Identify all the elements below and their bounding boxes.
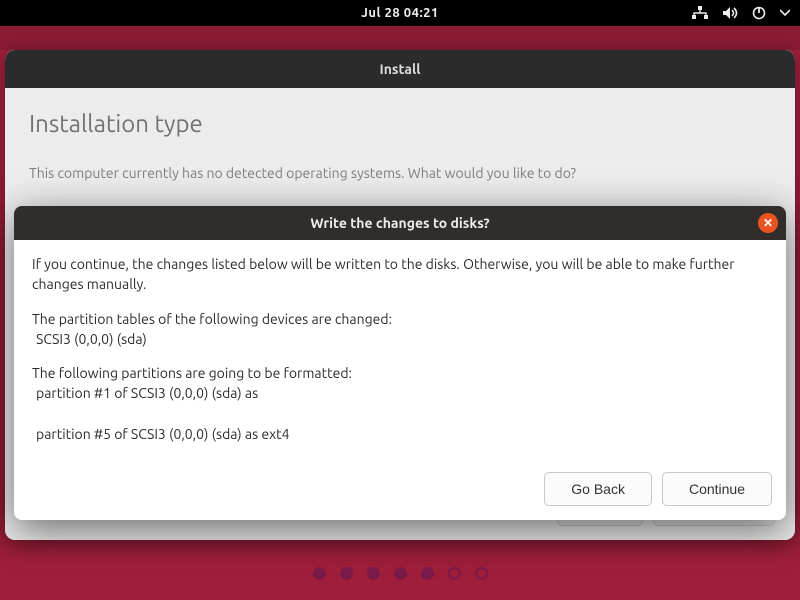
progress-dot [448,567,461,580]
chevron-down-icon[interactable] [780,9,790,17]
volume-icon[interactable] [722,6,738,20]
page-heading: Installation type [29,110,771,137]
dialog-body: If you continue, the changes listed belo… [14,240,786,468]
page-intro: This computer currently has no detected … [29,165,771,181]
power-icon[interactable] [752,6,766,20]
dialog-titlebar: Write the changes to disks? ✕ [14,206,786,240]
installer-window-title: Install [380,61,421,77]
fmt-line-1: partition #1 of SCSI3 (0,0,0) (sda) as [36,383,768,403]
dialog-footer: Go Back Continue [14,468,786,520]
close-button[interactable]: ✕ [758,213,778,233]
continue-button[interactable]: Continue [662,472,772,506]
system-tray [692,6,790,20]
progress-dots [0,567,800,580]
pt-device: SCSI3 (0,0,0) (sda) [36,329,768,349]
fmt-line-2: partition #5 of SCSI3 (0,0,0) (sda) as e… [36,424,768,444]
installer-titlebar: Install [5,50,795,88]
dialog-format-block: The following partitions are going to be… [32,363,768,444]
progress-dot [394,567,407,580]
progress-dot [313,567,326,580]
fmt-intro: The following partitions are going to be… [32,365,352,381]
dialog-warning-text: If you continue, the changes listed belo… [32,254,768,295]
close-icon: ✕ [763,216,773,230]
system-top-bar: Jul 28 04:21 [0,0,800,26]
go-back-button[interactable]: Go Back [544,472,652,506]
progress-dot [475,567,488,580]
dialog-title: Write the changes to disks? [310,215,489,231]
pt-intro: The partition tables of the following de… [32,311,392,327]
progress-dot [340,567,353,580]
confirm-dialog: Write the changes to disks? ✕ If you con… [14,206,786,520]
network-icon[interactable] [692,6,708,20]
progress-dot [367,567,380,580]
desktop-background-strip [0,26,800,50]
dialog-partition-tables-block: The partition tables of the following de… [32,309,768,350]
clock[interactable]: Jul 28 04:21 [361,6,439,20]
progress-dot [421,567,434,580]
